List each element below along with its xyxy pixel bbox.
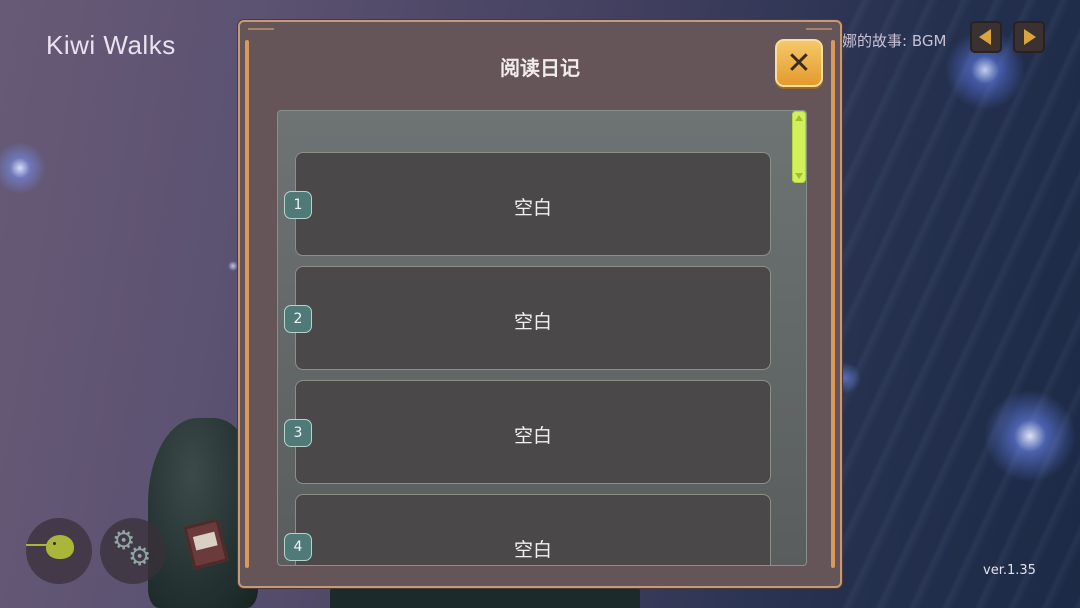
diary-slot[interactable]: 空白 bbox=[295, 380, 771, 484]
scroll-up-arrow-icon bbox=[795, 115, 803, 121]
read-diary-dialog: 阅读日记 ✕ 空白 空白 空白 空白 1 2 3 4 bbox=[238, 20, 842, 588]
scrollbar-thumb[interactable] bbox=[792, 111, 806, 183]
close-button[interactable]: ✕ bbox=[775, 39, 823, 87]
slot-label: 空白 bbox=[513, 539, 552, 561]
game-title: Kiwi Walks bbox=[46, 30, 176, 60]
dialog-title: 阅读日记 bbox=[500, 56, 580, 80]
next-track-button[interactable] bbox=[1013, 21, 1045, 53]
kiwi-bird-icon bbox=[46, 535, 74, 559]
settings-button[interactable]: ⚙ ⚙ bbox=[100, 518, 166, 584]
dialog-corner-ornament bbox=[248, 28, 274, 42]
diary-slot[interactable]: 空白 bbox=[295, 152, 771, 256]
slot-label: 空白 bbox=[513, 425, 552, 447]
version-label: ver.1.35 bbox=[983, 563, 1036, 578]
kiwi-character-button[interactable] bbox=[26, 518, 92, 584]
gear-icon: ⚙ bbox=[128, 542, 152, 572]
dialog-border-rail bbox=[245, 40, 249, 568]
diary-slot-list[interactable]: 空白 空白 空白 空白 bbox=[277, 110, 807, 566]
book-label-plate bbox=[192, 531, 218, 551]
slot-label: 空白 bbox=[513, 197, 552, 219]
previous-track-button[interactable] bbox=[970, 21, 1002, 53]
diary-slot[interactable]: 空白 bbox=[295, 494, 771, 565]
kiwi-eye bbox=[53, 542, 56, 545]
diary-slot[interactable]: 空白 bbox=[295, 266, 771, 370]
bgm-track-label: 娜的故事: BGM bbox=[842, 32, 947, 50]
slot-number-badge: 1 bbox=[284, 191, 312, 219]
slot-number-badge: 4 bbox=[284, 533, 312, 561]
background-light-streaks bbox=[840, 0, 1080, 608]
slot-label: 空白 bbox=[513, 311, 552, 333]
kiwi-beak bbox=[26, 544, 48, 546]
slot-number-badge: 3 bbox=[284, 419, 312, 447]
slot-number-badge: 2 bbox=[284, 305, 312, 333]
scroll-down-arrow-icon bbox=[795, 173, 803, 179]
dialog-border-rail bbox=[831, 40, 835, 568]
triangle-left-icon bbox=[979, 29, 991, 45]
triangle-right-icon bbox=[1024, 29, 1036, 45]
close-icon: ✕ bbox=[786, 46, 812, 81]
